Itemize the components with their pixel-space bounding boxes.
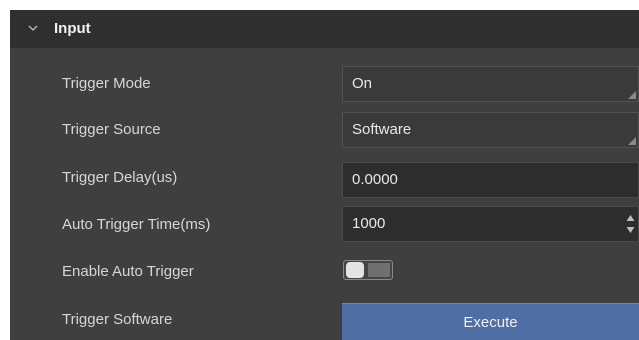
trigger-delay-input[interactable]: 0.0000 [342,162,639,198]
auto-trigger-time-spinbox[interactable]: 1000 [342,206,639,242]
trigger-mode-dropdown[interactable]: On [342,66,639,102]
enable-auto-trigger-label: Enable Auto Trigger [62,263,194,280]
switch-knob [346,262,364,278]
enable-auto-trigger-switch[interactable] [343,260,393,280]
auto-trigger-time-label: Auto Trigger Time(ms) [62,216,211,233]
execute-button[interactable]: Execute [342,303,639,340]
trigger-source-dropdown[interactable]: Software [342,112,639,148]
trigger-mode-label: Trigger Mode [62,75,151,92]
trigger-software-label: Trigger Software [62,311,173,328]
trigger-delay-value: 0.0000 [352,171,398,188]
trigger-source-value: Software [352,121,412,138]
dropdown-corner-icon [628,137,636,145]
dropdown-corner-icon [628,91,636,99]
properties-panel: Input Trigger Mode On Trigger Source Sof… [10,10,639,340]
trigger-mode-value: On [352,75,373,92]
trigger-delay-label: Trigger Delay(us) [62,169,178,186]
trigger-source-label: Trigger Source [62,121,161,138]
section-title: Input [54,20,91,37]
switch-track [368,263,390,277]
chevron-down-icon[interactable] [27,22,39,34]
spinner-arrows-icon[interactable] [626,213,635,235]
auto-trigger-time-value: 1000 [352,215,386,232]
section-header-input[interactable]: Input [10,10,639,48]
